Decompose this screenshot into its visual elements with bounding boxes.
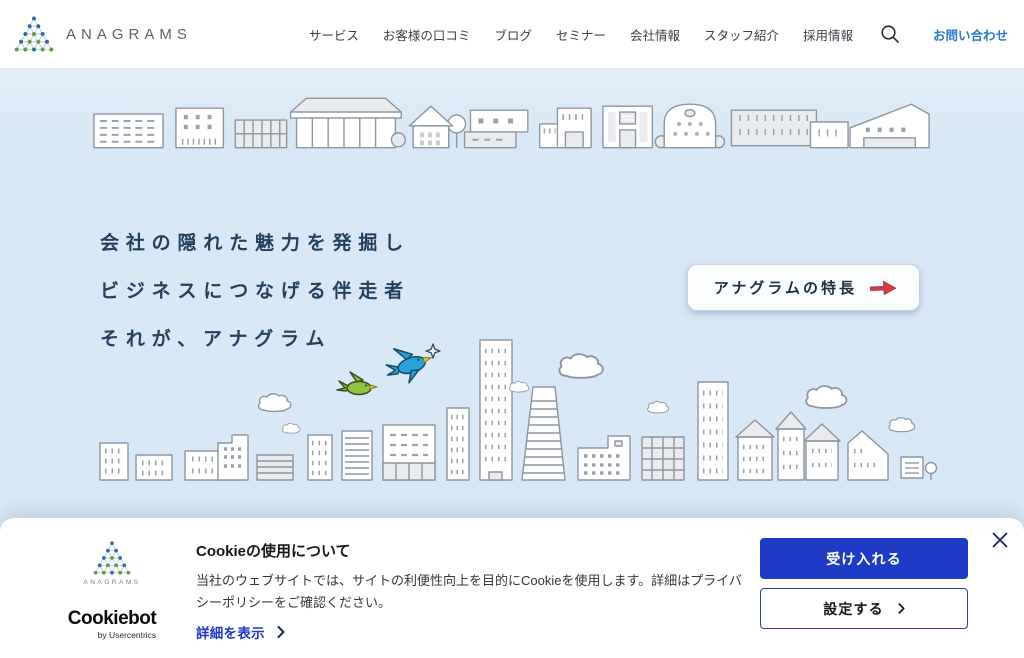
close-icon[interactable]: [991, 532, 1009, 550]
feature-button-label: アナグラムの特長: [714, 277, 857, 298]
brand-name: ANAGRAMS: [66, 26, 192, 43]
anagrams-logo-icon: [14, 15, 54, 53]
cookie-consent-banner: ANAGRAMS Cookiebot by Usercentrics Cooki…: [0, 518, 1024, 658]
nav-item-company[interactable]: 会社情報: [630, 25, 680, 44]
nav-item-staff[interactable]: スタッフ紹介: [704, 25, 779, 44]
cookie-banner-title: Cookieの使用について: [196, 540, 742, 561]
search-icon[interactable]: [879, 23, 901, 45]
sparkle-icon: [426, 344, 440, 358]
cookie-banner-content: Cookieの使用について 当社のウェブサイトでは、サイトの利便性向上を目的にC…: [168, 538, 760, 644]
anagrams-banner-logo: ANAGRAMS: [83, 540, 140, 586]
cookiebot-byline: by Usercentrics: [98, 630, 157, 640]
nav-item-blog[interactable]: ブログ: [494, 25, 532, 44]
top-buildings-illustration: [87, 90, 937, 154]
city-skyline-illustration: [0, 325, 1024, 485]
chevron-right-icon: [277, 626, 285, 638]
cookie-banner-body: 当社のウェブサイトでは、サイトの利便性向上を目的にCookieを使用します。詳細…: [196, 570, 742, 614]
tagline-line-2: ビジネスにつなげる伴走者: [100, 276, 410, 303]
main-nav: サービス お客様の口コミ ブログ セミナー 会社情報 スタッフ紹介 採用情報 お…: [309, 23, 1008, 45]
nav-item-reviews[interactable]: お客様の口コミ: [383, 25, 471, 44]
cookiebot-logo[interactable]: Cookiebot by Usercentrics: [68, 609, 156, 640]
site-header: ANAGRAMS サービス お客様の口コミ ブログ セミナー 会社情報 スタッフ…: [0, 0, 1024, 68]
arrow-right-icon: [869, 278, 897, 298]
cookie-banner-actions: 受け入れる 設定する: [760, 538, 968, 644]
site-logo[interactable]: ANAGRAMS: [14, 15, 192, 53]
show-details-label: 詳細を表示: [196, 622, 265, 642]
nav-item-services[interactable]: サービス: [309, 25, 359, 44]
show-details-link[interactable]: 詳細を表示: [196, 622, 742, 642]
feature-button[interactable]: アナグラムの特長: [687, 264, 920, 311]
contact-link[interactable]: お問い合わせ: [933, 25, 1008, 44]
cookie-settings-label: 設定する: [823, 599, 883, 619]
anagrams-logo-text: ANAGRAMS: [83, 579, 140, 586]
nav-item-seminar[interactable]: セミナー: [556, 25, 606, 44]
tagline-line-1: 会社の隠れた魅力を発掘し: [100, 228, 410, 255]
cookie-settings-button[interactable]: 設定する: [760, 588, 968, 629]
blue-bird: [380, 339, 436, 389]
cookiebot-wordmark: Cookiebot: [68, 609, 156, 628]
accept-cookies-button[interactable]: 受け入れる: [760, 538, 968, 579]
green-bird: [337, 372, 377, 395]
nav-item-recruit[interactable]: 採用情報: [803, 25, 853, 44]
cookie-banner-logos: ANAGRAMS Cookiebot by Usercentrics: [56, 538, 168, 644]
anagrams-logo-icon: [93, 540, 131, 576]
chevron-right-icon: [898, 603, 905, 614]
